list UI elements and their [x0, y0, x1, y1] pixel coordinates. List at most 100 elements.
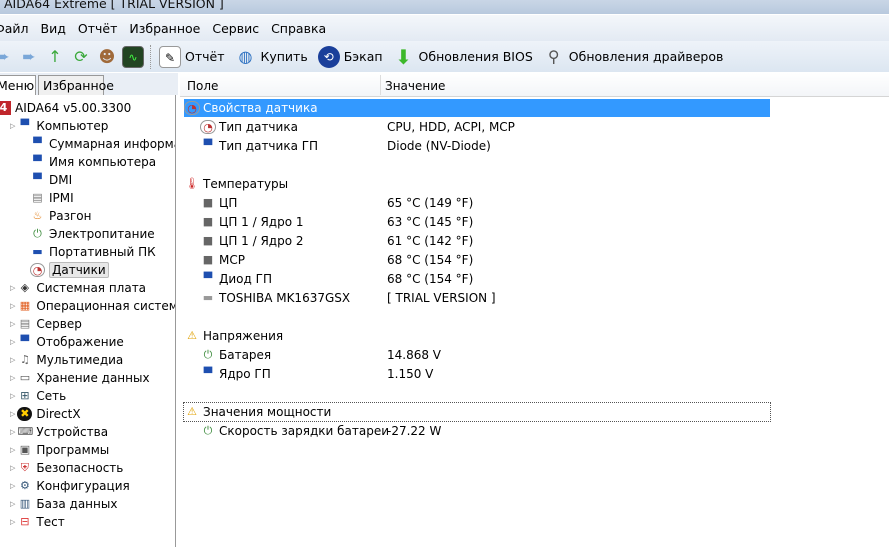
expand-icon[interactable]: ▷: [10, 122, 15, 130]
programs-icon: ▣: [19, 443, 31, 456]
tree-item-label: DMI: [49, 173, 73, 187]
table-row[interactable]: ▬ TOSHIBA MK1637GSX [ TRIAL VERSION ]: [184, 289, 770, 307]
column-value[interactable]: Значение: [385, 79, 445, 93]
table-row[interactable]: ▀ Тип датчика ГП Diode (NV-Diode): [184, 137, 770, 155]
expand-icon[interactable]: ▷: [10, 518, 15, 526]
table-row[interactable]: ■ ЦП 65 °C (149 °F): [184, 194, 770, 212]
expand-icon[interactable]: ▷: [10, 410, 15, 418]
tree-item[interactable]: ▷ ▦ Операционная система: [10, 297, 176, 315]
menu-service[interactable]: Сервис: [210, 21, 259, 36]
table-row[interactable]: ⏻ Батарея 14.868 V: [184, 346, 770, 364]
tree-item[interactable]: ⏻ Электропитание: [30, 225, 155, 243]
table-row[interactable]: ■ ЦП 1 / Ядро 1 63 °C (145 °F): [184, 213, 770, 231]
bios-update-button[interactable]: ⬇ Обновления BIOS: [393, 46, 533, 68]
driver-update-button[interactable]: ⚲ Обновления драйверов: [543, 46, 724, 68]
group-header[interactable]: ⚠ Напряжения: [184, 327, 770, 345]
tree-item[interactable]: ▷ ▀ Отображение: [10, 333, 124, 351]
window-title: AIDA64 Extreme [ TRIAL VERSION ]: [4, 0, 224, 11]
expand-icon[interactable]: ▷: [10, 320, 15, 328]
tree-item[interactable]: ▷ ⊟ Тест: [10, 513, 65, 531]
tree-item-label: Суммарная информа: [49, 137, 176, 151]
group-header[interactable]: ⚠ Значения мощности: [183, 402, 771, 422]
table-row[interactable]: ◔ Тип датчика CPU, HDD, ACPI, MCP: [184, 118, 770, 136]
aida-icon: 4: [0, 101, 11, 115]
warning-icon: ⚠: [187, 329, 197, 342]
buy-button[interactable]: ◍ Купить: [234, 46, 308, 68]
backup-button[interactable]: ⟲ Бэкап: [317, 45, 383, 68]
monitor-graph-icon[interactable]: ∿: [122, 45, 144, 68]
tree-item[interactable]: ▷ ⌨ Устройства: [10, 423, 108, 441]
menu-report[interactable]: Отчёт: [76, 21, 117, 36]
expand-icon[interactable]: ▷: [10, 374, 15, 382]
menu-file[interactable]: Файл: [0, 21, 29, 36]
menu-view[interactable]: Вид: [39, 21, 66, 36]
tree-item[interactable]: ▷ ▣ Программы: [10, 441, 109, 459]
table-row[interactable]: ▀ Диод ГП 68 °C (154 °F): [184, 270, 770, 288]
tree-item-label: Операционная система: [36, 299, 176, 313]
tree-item[interactable]: ▷ ▥ База данных: [10, 495, 117, 513]
expand-icon[interactable]: ▷: [10, 392, 15, 400]
field-cell: ЦП 1 / Ядро 1: [219, 215, 304, 229]
tree-item[interactable]: ▷ ⊞ Сеть: [10, 387, 66, 405]
chip-icon: ■: [202, 196, 214, 209]
tree-item[interactable]: ▷ ⛨ Безопасность: [10, 459, 123, 477]
report-button[interactable]: ✎ Отчёт: [159, 45, 224, 68]
tree-item[interactable]: ▬ Портативный ПК: [30, 243, 155, 261]
tree-item-label: Конфигурация: [36, 479, 130, 493]
tree-item-label: Разгон: [49, 209, 92, 223]
table-row[interactable]: ■ ЦП 1 / Ядро 2 61 °C (142 °F): [184, 232, 770, 250]
tree-item-label: Тест: [36, 515, 65, 529]
expand-icon[interactable]: ▷: [10, 500, 15, 508]
tree-item[interactable]: ▷ ▀ Компьютер: [10, 117, 108, 135]
expand-icon[interactable]: ▷: [10, 428, 15, 436]
group-header[interactable]: ◔ Свойства датчика: [184, 99, 770, 117]
table-row[interactable]: ■ MCP 68 °C (154 °F): [184, 251, 770, 269]
expand-icon[interactable]: ▷: [10, 446, 15, 454]
expand-icon[interactable]: ▷: [10, 302, 15, 310]
expand-icon[interactable]: ▷: [10, 464, 15, 472]
table-row[interactable]: ⏻ Скорость зарядки батареи -27.22 W: [184, 422, 770, 440]
tree-item-label: Системная плата: [36, 281, 147, 295]
back-icon[interactable]: ➨: [0, 46, 14, 68]
server-icon: ▤: [32, 191, 43, 204]
expand-icon[interactable]: ▷: [10, 338, 15, 346]
tree-item[interactable]: ▀ Суммарная информа: [30, 135, 176, 153]
tree-item[interactable]: 4 AIDA64 v5.00.3300: [0, 99, 131, 117]
up-icon[interactable]: ↑: [44, 46, 66, 68]
tree-item[interactable]: ▷ ♫ Мультимедиа: [10, 351, 123, 369]
field-cell: Свойства датчика: [203, 101, 318, 115]
group-header[interactable]: 🌡 Температуры: [184, 175, 770, 193]
tree-item[interactable]: ▷ ▤ Сервер: [10, 315, 82, 333]
computer-icon: ▀: [33, 173, 42, 186]
table-row[interactable]: ▀ Ядро ГП 1.150 V: [184, 365, 770, 383]
tree-item[interactable]: ♨ Разгон: [30, 207, 92, 225]
tree-item[interactable]: ▷ ⚙ Конфигурация: [10, 477, 130, 495]
tree-item[interactable]: ▷ ◈ Системная плата: [10, 279, 146, 297]
bios-update-label: Обновления BIOS: [418, 49, 533, 64]
column-field[interactable]: Поле: [187, 79, 218, 93]
tree-item[interactable]: ▤ IPMI: [30, 189, 73, 207]
refresh-icon[interactable]: ⟳: [70, 46, 92, 68]
tree-item[interactable]: ◔ Датчики: [30, 261, 109, 279]
driver-update-label: Обновления драйверов: [568, 49, 724, 64]
tree-item[interactable]: ▀ Имя компьютера: [30, 153, 156, 171]
forward-icon[interactable]: ➨: [18, 46, 40, 68]
expand-icon[interactable]: ▷: [10, 284, 15, 292]
column-divider[interactable]: [380, 75, 381, 95]
tab-favorites[interactable]: Избранное: [38, 75, 114, 96]
menu-help[interactable]: Справка: [269, 21, 326, 36]
field-cell: Тип датчика: [219, 120, 298, 134]
menu-favorites[interactable]: Избранное: [127, 21, 200, 36]
shield-icon: ⛨: [20, 461, 30, 474]
field-cell: Значения мощности: [203, 405, 332, 419]
expand-icon[interactable]: ▷: [10, 356, 15, 364]
power-icon: ⏻: [33, 227, 42, 240]
tree-item[interactable]: ▷ ▭ Хранение данных: [10, 369, 150, 387]
tree-item-label: DirectX: [36, 407, 81, 421]
users-icon[interactable]: ☻: [96, 46, 118, 68]
value-cell: 68 °C (154 °F): [387, 253, 474, 267]
expand-icon[interactable]: ▷: [10, 482, 15, 490]
tree-item[interactable]: ▀ DMI: [30, 171, 72, 189]
tree-item[interactable]: ▷ ✖ DirectX: [10, 405, 81, 423]
value-cell: 65 °C (149 °F): [387, 196, 474, 210]
